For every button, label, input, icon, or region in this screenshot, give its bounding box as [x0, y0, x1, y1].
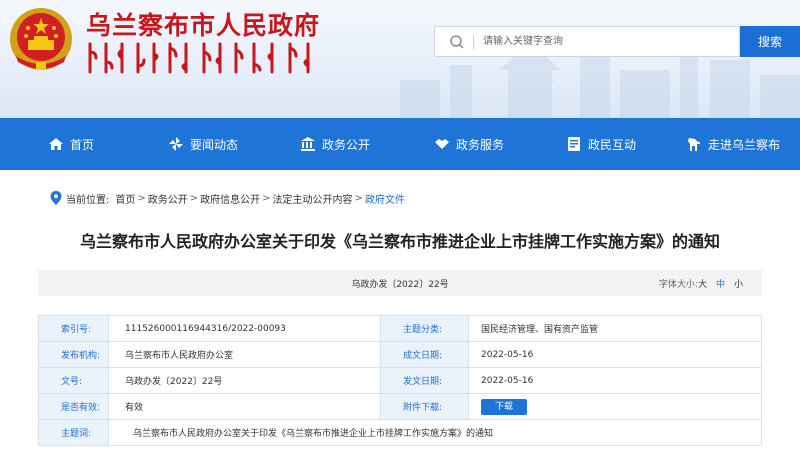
nav-item-about-city[interactable]: 走进乌兰察布 [686, 118, 780, 170]
download-button[interactable]: 下载 [481, 398, 527, 415]
validity-label: 是否有效: [38, 393, 109, 420]
index-label: 索引号: [38, 315, 109, 342]
validity-value: 有效 [108, 393, 381, 420]
national-emblem-icon [10, 8, 72, 70]
document-info-table: 索引号: 11152600011694431​6/2022-00093 主题分类… [38, 315, 762, 446]
table-row: 文号: 乌政办发〔2022〕22号 发文日期: 2022-05-16 [38, 367, 762, 394]
breadcrumb-item[interactable]: 首页 [115, 191, 135, 206]
attachment-label: 附件下载: [380, 393, 469, 420]
nav-item-home[interactable]: 首页 [48, 118, 94, 170]
horse-icon [686, 136, 702, 152]
nav-label: 政务公开 [322, 137, 371, 152]
font-size-large-button[interactable]: 大 [698, 277, 707, 290]
location-pin-icon [50, 191, 62, 205]
document-number-bar: 乌政办发〔2022〕22号 字体大小: 大 中 小 [38, 270, 762, 296]
nav-item-government-affairs[interactable]: 政务公开 [300, 118, 370, 170]
topic-value: 乌兰察布市人民政府办公室关于印发《乌兰察布市推进企业上市挂牌工作实施方案》的通知 [108, 419, 762, 446]
font-size-label: 字体大小: [658, 280, 698, 290]
search-box [434, 26, 740, 57]
document-number: 乌政办发〔2022〕22号 [351, 280, 449, 290]
breadcrumb-item[interactable]: 政府信息公开 [200, 191, 260, 206]
table-row: 是否有效: 有效 附件下载: 下载 [38, 393, 762, 420]
docno-value: 乌政办发〔2022〕22号 [108, 367, 381, 394]
created-date-value: 2022-05-16 [468, 341, 762, 368]
category-label: 主题分类: [380, 315, 469, 342]
breadcrumb: 当前位置: 首页 > 政务公开 > 政府信息公开 > 法定主动公开内容 > 政府… [50, 190, 405, 206]
nav-item-government-services[interactable]: 政务服务 [434, 118, 504, 170]
breadcrumb-item[interactable]: 政务公开 [148, 191, 188, 206]
search-button[interactable]: 搜索 [740, 26, 800, 57]
font-size-controls: 字体大小: 大 中 小 [659, 277, 752, 290]
document-title: 乌兰察布市人民政府办公室关于印发《乌兰察布市推进企业上市挂牌工作实施方案》的通知 [79, 232, 720, 251]
handshake-icon [434, 136, 450, 152]
nav-label: 走进乌兰察布 [708, 137, 781, 152]
home-icon [48, 136, 64, 152]
building-icon [300, 136, 316, 152]
published-date-value: 2022-05-16 [468, 367, 762, 394]
category-value: 国民经济管理、国有资产监管 [468, 315, 762, 342]
breadcrumb-separator: > [354, 192, 363, 204]
issuer-value: 乌兰察布市人民政府办公室 [108, 341, 381, 368]
site-title: 乌兰察布市人民政府 [86, 11, 321, 40]
pinwheel-icon [168, 136, 184, 152]
table-row: 主题词: 乌兰察布市人民政府办公室关于印发《乌兰察布市推进企业上市挂牌工作实施方… [38, 419, 762, 446]
font-size-small-button[interactable]: 小 [734, 277, 743, 290]
breadcrumb-separator: > [137, 192, 146, 204]
search-icon [450, 35, 464, 49]
nav-item-public-interaction[interactable]: 政民互动 [566, 118, 636, 170]
breadcrumb-item[interactable]: 法定主动公开内容 [273, 191, 353, 206]
mongolian-script-title [88, 42, 310, 74]
breadcrumb-prefix: 当前位置: [66, 194, 110, 206]
table-row: 发布机构: 乌兰察布市人民政府办公室 成文日期: 2022-05-16 [38, 341, 762, 368]
published-date-label: 发文日期: [380, 367, 469, 394]
search-input[interactable] [483, 27, 733, 56]
site-header: 乌兰察布市人民政府 搜索 [0, 0, 800, 118]
nav-label: 政民互动 [588, 137, 637, 152]
topic-label: 主题词: [38, 419, 109, 446]
nav-item-news[interactable]: 要闻动态 [168, 118, 238, 170]
font-size-medium-button[interactable]: 中 [716, 277, 725, 290]
breadcrumb-item-current[interactable]: 政府文件 [365, 191, 405, 206]
nav-label: 要闻动态 [190, 137, 239, 152]
nav-label: 首页 [70, 137, 95, 152]
id-card-icon [566, 136, 582, 152]
nav-label: 政务服务 [456, 137, 505, 152]
breadcrumb-separator: > [262, 192, 271, 204]
search-divider [473, 35, 474, 50]
breadcrumb-separator: > [189, 192, 199, 204]
docno-label: 文号: [38, 367, 109, 394]
main-navigation: 首页 要闻动态 政务公开 政务服务 政民互动 走进乌兰察布 [0, 118, 800, 170]
index-value: 11152600011694431​6/2022-00093 [108, 315, 381, 342]
created-date-label: 成文日期: [380, 341, 469, 368]
table-row: 索引号: 11152600011694431​6/2022-00093 主题分类… [38, 315, 762, 342]
issuer-label: 发布机构: [38, 341, 109, 368]
attachment-cell: 下载 [468, 393, 762, 420]
